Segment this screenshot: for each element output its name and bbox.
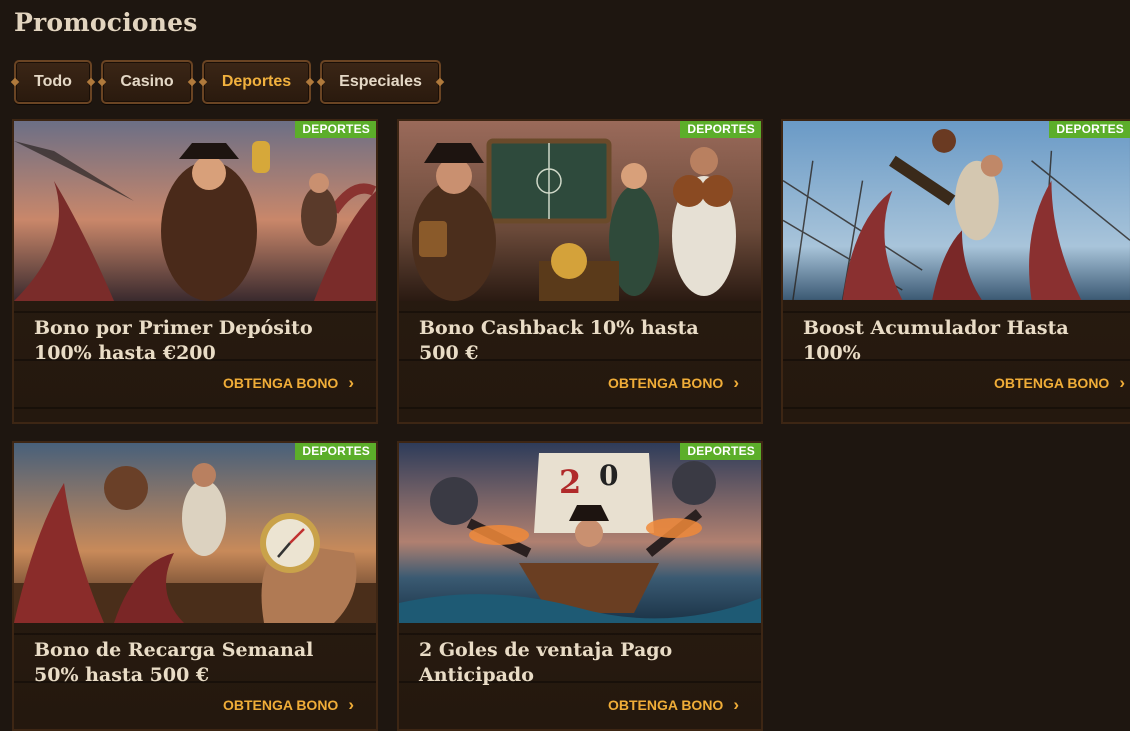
promo-title: Bono por Primer Depósito 100% hasta €200 (34, 317, 313, 364)
promo-image[interactable]: DEPORTES (399, 121, 761, 301)
promo-title: Bono de Recarga Semanal 50% hasta 500 € (34, 639, 314, 686)
get-bonus-label: OBTENGA BONO (607, 375, 724, 391)
promo-card[interactable]: DEPORTES Boost Acumulador Hasta 100% OBT… (781, 119, 1130, 424)
chevron-right-icon: › (348, 373, 354, 392)
category-badge: DEPORTES (680, 121, 761, 138)
promo-card[interactable]: DEPORTES Bono por Primer Depósito 100% h… (12, 119, 378, 424)
get-bonus-label: OBTENGA BONO (993, 375, 1110, 391)
promo-image[interactable]: DEPORTES (783, 121, 1130, 301)
pirates-tactics-illustration (399, 121, 761, 301)
chevron-right-icon: › (733, 373, 739, 392)
get-bonus-link[interactable]: OBTENGA BONO › (607, 373, 739, 392)
get-bonus-link[interactable]: OBTENGA BONO › (222, 695, 354, 714)
pirate-captain-illustration (14, 121, 376, 301)
promo-image[interactable]: DEPORTES (14, 121, 376, 301)
compass-kraken-illustration (14, 443, 376, 623)
tab-casino[interactable]: Casino (101, 60, 193, 104)
svg-text:2: 2 (559, 463, 581, 501)
tab-todo[interactable]: Todo (14, 60, 92, 104)
promo-image[interactable]: DEPORTES (14, 443, 376, 623)
promo-title: Bono Cashback 10% hasta 500 € (419, 317, 699, 364)
get-bonus-label: OBTENGA BONO (222, 697, 339, 713)
pirate-kick-illustration (783, 121, 1130, 300)
tab-deportes[interactable]: Deportes (202, 60, 311, 104)
get-bonus-link[interactable]: OBTENGA BONO › (607, 695, 739, 714)
promo-title: 2 Goles de ventaja Pago Anticipado (419, 639, 673, 686)
tab-especiales[interactable]: Especiales (320, 60, 441, 104)
promo-title: Boost Acumulador Hasta 100% (803, 317, 1069, 364)
chevron-right-icon: › (1119, 373, 1125, 392)
get-bonus-link[interactable]: OBTENGA BONO › (222, 373, 354, 392)
get-bonus-label: OBTENGA BONO (607, 697, 724, 713)
get-bonus-link[interactable]: OBTENGA BONO › (993, 373, 1125, 392)
category-badge: DEPORTES (1049, 121, 1130, 138)
category-badge: DEPORTES (680, 443, 761, 460)
promo-image[interactable]: 2 0 DEPORTES (399, 443, 761, 623)
chevron-right-icon: › (348, 695, 354, 714)
promo-card[interactable]: DEPORTES Bono Cashback 10% hasta 500 € O… (397, 119, 763, 424)
page-title: Promociones (14, 8, 198, 37)
chevron-right-icon: › (733, 695, 739, 714)
category-badge: DEPORTES (295, 121, 376, 138)
category-badge: DEPORTES (295, 443, 376, 460)
promo-card[interactable]: DEPORTES Bono de Recarga Semanal 50% has… (12, 441, 378, 731)
svg-text:0: 0 (599, 459, 618, 492)
pirate-ship-cannons-illustration: 2 0 (399, 443, 761, 623)
promo-card[interactable]: 2 0 DEPORTES 2 Goles de ventaja Pago Ant… (397, 441, 763, 731)
promo-filter-tabs: Todo Casino Deportes Especiales (14, 60, 441, 104)
get-bonus-label: OBTENGA BONO (222, 375, 339, 391)
